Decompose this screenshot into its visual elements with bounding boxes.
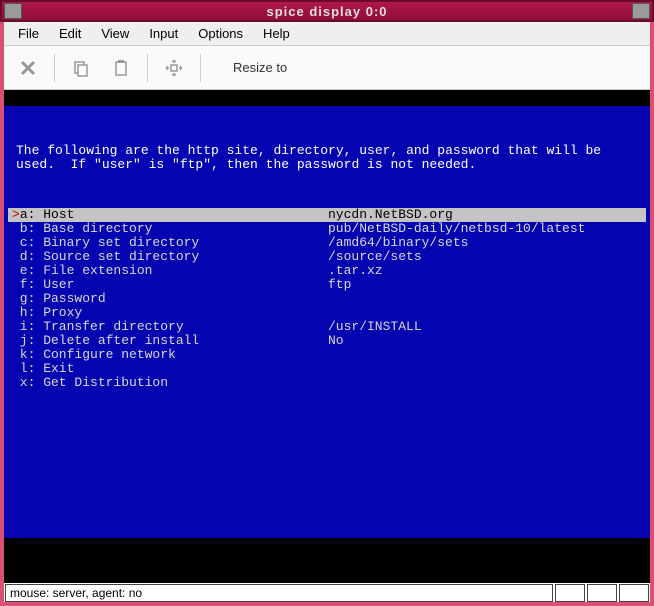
menu-item-b[interactable]: b: Base directorypub/NetBSD-daily/netbsd… bbox=[8, 222, 646, 236]
menu-item-j[interactable]: j: Delete after installNo bbox=[8, 334, 646, 348]
menu-item-value: nycdn.NetBSD.org bbox=[328, 208, 642, 222]
toolbar: Resize to bbox=[4, 46, 650, 90]
paste-icon[interactable] bbox=[103, 50, 139, 86]
menu-item-i[interactable]: i: Transfer directory/usr/INSTALL bbox=[8, 320, 646, 334]
menu-item-value: No bbox=[328, 334, 642, 348]
menu-item-value: ftp bbox=[328, 278, 642, 292]
cursor-marker: > bbox=[12, 207, 20, 222]
menu-item-label: c: Binary set directory bbox=[12, 236, 328, 250]
menu-help[interactable]: Help bbox=[255, 24, 298, 43]
menu-item-label: f: User bbox=[12, 278, 328, 292]
menu-item-value: /source/sets bbox=[328, 250, 642, 264]
menu-input[interactable]: Input bbox=[141, 24, 186, 43]
window-menu-button[interactable] bbox=[4, 3, 22, 19]
menu-item-h[interactable]: h: Proxy bbox=[8, 306, 646, 320]
menu-file[interactable]: File bbox=[10, 24, 47, 43]
menu-item-label: e: File extension bbox=[12, 264, 328, 278]
status-text: mouse: server, agent: no bbox=[5, 584, 553, 602]
status-cell bbox=[555, 584, 585, 602]
terminal-header-text: The following are the http site, directo… bbox=[8, 140, 646, 180]
menu-item-label: l: Exit bbox=[12, 362, 328, 376]
menu-item-label: b: Base directory bbox=[12, 222, 328, 236]
window-title: spice display 0:0 bbox=[24, 4, 630, 19]
menu-view[interactable]: View bbox=[93, 24, 137, 43]
menu-item-c[interactable]: c: Binary set directory/amd64/binary/set… bbox=[8, 236, 646, 250]
menu-item-value bbox=[328, 362, 642, 376]
menu-item-label: >a: Host bbox=[12, 208, 328, 222]
menu-item-value bbox=[328, 348, 642, 362]
menu-item-x[interactable]: x: Get Distribution bbox=[8, 376, 646, 390]
toolbar-separator bbox=[54, 54, 55, 82]
menu-item-value bbox=[328, 306, 642, 320]
resize-label[interactable]: Resize to bbox=[233, 60, 287, 75]
menu-item-label: d: Source set directory bbox=[12, 250, 328, 264]
menubar: File Edit View Input Options Help bbox=[4, 22, 650, 46]
menu-item-label: k: Configure network bbox=[12, 348, 328, 362]
menu-item-k[interactable]: k: Configure network bbox=[8, 348, 646, 362]
vm-display[interactable]: The following are the http site, directo… bbox=[4, 90, 650, 582]
menu-item-value: pub/NetBSD-daily/netbsd-10/latest bbox=[328, 222, 642, 236]
menu-item-e[interactable]: e: File extension.tar.xz bbox=[8, 264, 646, 278]
copy-icon[interactable] bbox=[63, 50, 99, 86]
status-cell bbox=[587, 584, 617, 602]
menu-item-l[interactable]: l: Exit bbox=[8, 362, 646, 376]
menu-item-value bbox=[328, 376, 642, 390]
menu-item-label: i: Transfer directory bbox=[12, 320, 328, 334]
statusbar: mouse: server, agent: no bbox=[4, 582, 650, 602]
menu-item-a[interactable]: >a: Hostnycdn.NetBSD.org bbox=[8, 208, 646, 222]
menu-item-label: j: Delete after install bbox=[12, 334, 328, 348]
menu-item-g[interactable]: g: Password bbox=[8, 292, 646, 306]
menu-item-label: h: Proxy bbox=[12, 306, 328, 320]
status-cell bbox=[619, 584, 649, 602]
window-control-button[interactable] bbox=[632, 3, 650, 19]
menu-edit[interactable]: Edit bbox=[51, 24, 89, 43]
menu-item-f[interactable]: f: Userftp bbox=[8, 278, 646, 292]
toolbar-separator bbox=[147, 54, 148, 82]
menu-item-value: /amd64/binary/sets bbox=[328, 236, 642, 250]
menu-item-value bbox=[328, 292, 642, 306]
toolbar-separator bbox=[200, 54, 201, 82]
close-icon[interactable] bbox=[10, 50, 46, 86]
terminal-screen[interactable]: The following are the http site, directo… bbox=[4, 106, 650, 538]
menu-item-d[interactable]: d: Source set directory/source/sets bbox=[8, 250, 646, 264]
menu-item-value: /usr/INSTALL bbox=[328, 320, 642, 334]
fullscreen-icon[interactable] bbox=[156, 50, 192, 86]
menu-item-value: .tar.xz bbox=[328, 264, 642, 278]
menu-options[interactable]: Options bbox=[190, 24, 251, 43]
menu-item-label: g: Password bbox=[12, 292, 328, 306]
menu-item-label: x: Get Distribution bbox=[12, 376, 328, 390]
window-body: File Edit View Input Options Help Resize… bbox=[4, 22, 650, 602]
titlebar: spice display 0:0 bbox=[0, 0, 654, 22]
